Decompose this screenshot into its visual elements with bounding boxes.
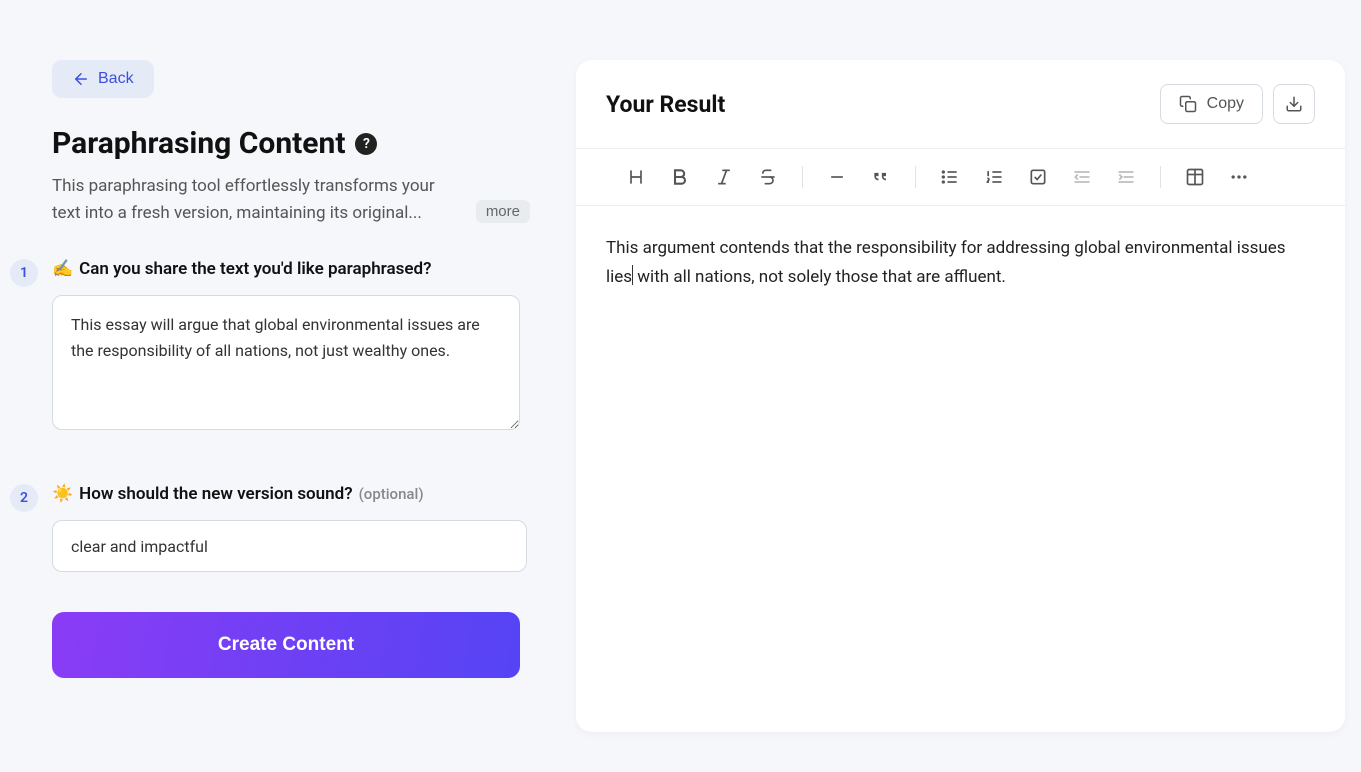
help-icon[interactable]: ? bbox=[355, 133, 377, 155]
toolbar-separator bbox=[1160, 166, 1161, 188]
strikethrough-button[interactable] bbox=[748, 159, 788, 195]
toolbar-separator bbox=[915, 166, 916, 188]
copy-button[interactable]: Copy bbox=[1160, 84, 1263, 124]
bullet-list-button[interactable] bbox=[930, 159, 970, 195]
minus-icon bbox=[827, 167, 847, 187]
download-button[interactable] bbox=[1273, 84, 1315, 124]
page-title: Paraphrasing Content bbox=[52, 126, 345, 161]
tone-input[interactable] bbox=[52, 520, 527, 572]
horizontal-rule-button[interactable] bbox=[817, 159, 857, 195]
editor-toolbar bbox=[576, 149, 1345, 206]
input-panel: Back Paraphrasing Content ? This paraphr… bbox=[0, 0, 560, 772]
download-icon bbox=[1285, 95, 1303, 113]
indent-icon bbox=[1116, 167, 1136, 187]
step-one-text: Can you share the text you'd like paraph… bbox=[79, 259, 431, 279]
step-one-label: ✍️ Can you share the text you'd like par… bbox=[52, 259, 530, 279]
description-row: This paraphrasing tool effortlessly tran… bbox=[52, 173, 530, 227]
indent-button[interactable] bbox=[1106, 159, 1146, 195]
description-text: This paraphrasing tool effortlessly tran… bbox=[52, 173, 466, 227]
heading-button[interactable] bbox=[616, 159, 656, 195]
step-two-number: 2 bbox=[10, 484, 38, 512]
strikethrough-icon bbox=[758, 167, 778, 187]
more-button[interactable]: more bbox=[476, 200, 530, 223]
table-icon bbox=[1185, 167, 1205, 187]
create-content-button[interactable]: Create Content bbox=[52, 612, 520, 678]
outdent-icon bbox=[1072, 167, 1092, 187]
app-container: Back Paraphrasing Content ? This paraphr… bbox=[0, 0, 1361, 772]
step-one: 1 ✍️ Can you share the text you'd like p… bbox=[52, 259, 530, 434]
result-text-b: with all nations, not solely those that … bbox=[633, 267, 1006, 287]
toolbar-separator bbox=[802, 166, 803, 188]
editor-content[interactable]: This argument contends that the responsi… bbox=[576, 206, 1345, 732]
checklist-button[interactable] bbox=[1018, 159, 1058, 195]
back-label: Back bbox=[98, 70, 134, 88]
italic-icon bbox=[714, 167, 734, 187]
result-actions: Copy bbox=[1160, 84, 1315, 124]
step-two-label: ☀️ How should the new version sound? (op… bbox=[52, 484, 530, 504]
table-button[interactable] bbox=[1175, 159, 1215, 195]
arrow-left-icon bbox=[72, 70, 90, 88]
step-two-text: How should the new version sound? bbox=[79, 484, 352, 504]
optional-label: (optional) bbox=[359, 485, 424, 503]
result-header: Your Result Copy bbox=[576, 60, 1345, 149]
writing-hand-icon: ✍️ bbox=[52, 259, 73, 279]
more-options-button[interactable] bbox=[1219, 159, 1259, 195]
more-horizontal-icon bbox=[1229, 167, 1249, 187]
back-button[interactable]: Back bbox=[52, 60, 154, 98]
result-panel: Your Result Copy bbox=[576, 60, 1345, 732]
italic-button[interactable] bbox=[704, 159, 744, 195]
source-text-input[interactable] bbox=[52, 295, 520, 430]
result-title: Your Result bbox=[606, 91, 725, 118]
ordered-list-button[interactable] bbox=[974, 159, 1014, 195]
quote-button[interactable] bbox=[861, 159, 901, 195]
bullet-list-icon bbox=[940, 167, 960, 187]
checkbox-icon bbox=[1028, 167, 1048, 187]
copy-icon bbox=[1179, 95, 1197, 113]
outdent-button[interactable] bbox=[1062, 159, 1102, 195]
heading-icon bbox=[626, 167, 646, 187]
step-one-number: 1 bbox=[10, 259, 38, 287]
step-two: 2 ☀️ How should the new version sound? (… bbox=[52, 484, 530, 572]
sun-icon: ☀️ bbox=[52, 484, 73, 504]
bold-icon bbox=[670, 167, 690, 187]
bold-button[interactable] bbox=[660, 159, 700, 195]
quote-icon bbox=[871, 167, 891, 187]
title-row: Paraphrasing Content ? bbox=[52, 126, 530, 161]
ordered-list-icon bbox=[984, 167, 1004, 187]
copy-label: Copy bbox=[1207, 95, 1244, 113]
